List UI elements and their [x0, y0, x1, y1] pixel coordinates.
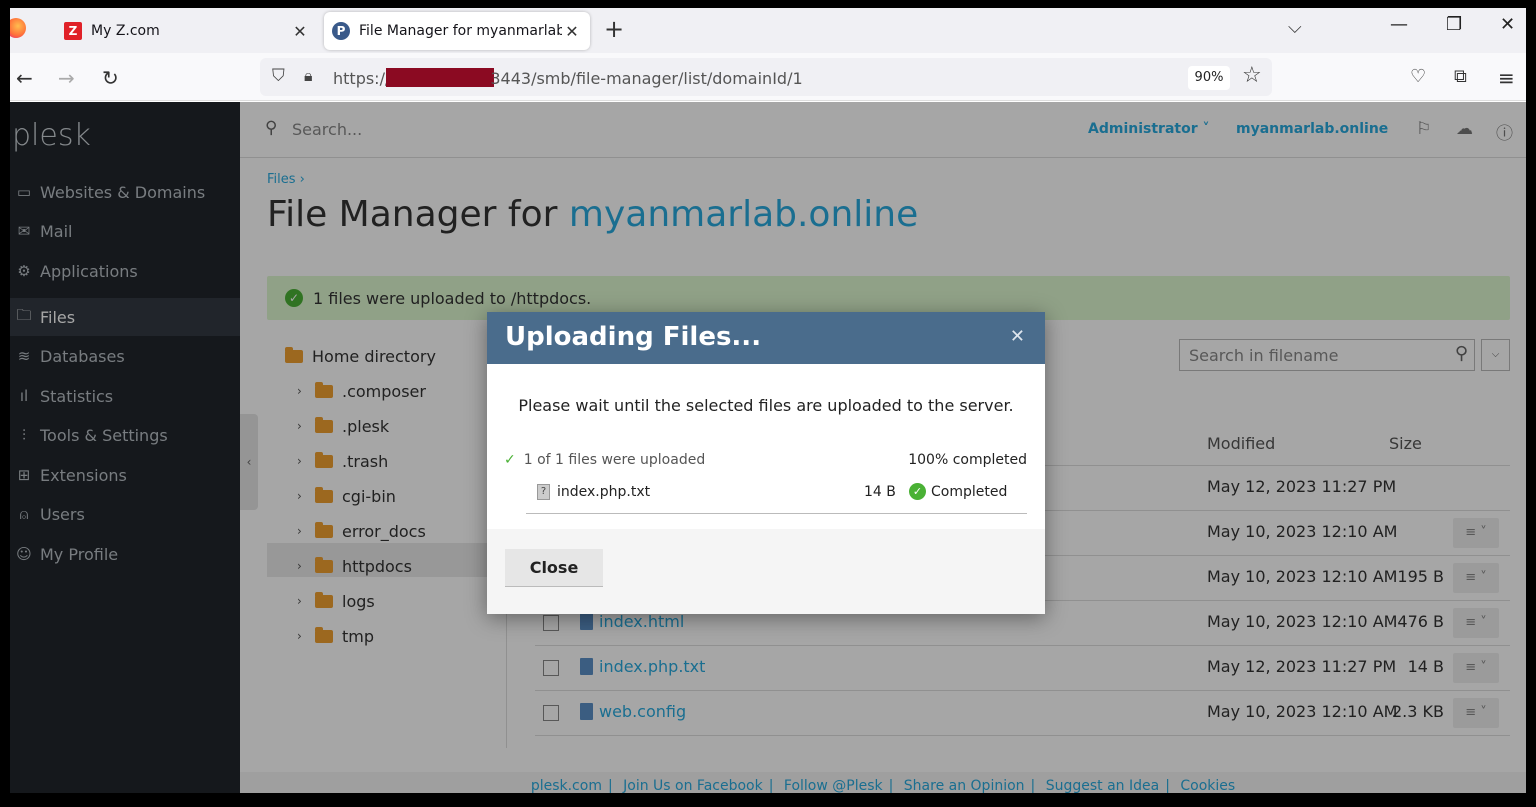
- pocket-icon[interactable]: ♡: [1410, 66, 1426, 87]
- close-tab-icon[interactable]: ✕: [562, 22, 582, 41]
- url-bar[interactable]: ⛉ 🔒︎ https://3443/smb/file-manager/list/…: [260, 58, 1272, 96]
- close-tab-icon[interactable]: ✕: [290, 22, 310, 41]
- menu-icon[interactable]: ≡: [1498, 66, 1515, 90]
- unknown-file-icon: ?: [537, 484, 550, 500]
- dialog-title: Uploading Files...: [505, 322, 762, 352]
- forward-icon[interactable]: →: [58, 66, 75, 90]
- browser-window: Z My Z.com ✕ P File Manager for myanmarl…: [10, 8, 1526, 793]
- dialog-footer: Close: [487, 529, 1045, 614]
- plesk-app: plesk ▭ Websites & Domains ✉ Mail ⚙ Applica…: [10, 102, 1526, 793]
- new-tab-icon[interactable]: +: [604, 15, 624, 43]
- close-button[interactable]: Close: [505, 549, 603, 587]
- z-favicon-icon: Z: [64, 22, 82, 40]
- checkmark-icon: ✓: [504, 452, 516, 468]
- progress-percent: 100% completed: [908, 452, 1027, 468]
- zoom-badge[interactable]: 90%: [1188, 66, 1230, 90]
- firefox-icon[interactable]: [10, 18, 26, 38]
- list-tabs-icon[interactable]: ⌵: [1288, 17, 1302, 38]
- nav-bar: ← → ↻ ⛉ 🔒︎ https://3443/smb/file-manager…: [10, 53, 1526, 101]
- plesk-favicon-icon: P: [332, 22, 350, 40]
- dialog-header: Uploading Files... ✕: [487, 312, 1045, 364]
- close-window-icon[interactable]: ✕: [1500, 14, 1515, 35]
- upload-progress: ✓ 1 of 1 files were uploaded 100% complet…: [504, 452, 1027, 468]
- reload-icon[interactable]: ↻: [102, 66, 119, 90]
- bookmark-star-icon[interactable]: ☆: [1242, 63, 1262, 88]
- dialog-description: Please wait until the selected files are…: [518, 396, 1014, 415]
- back-icon[interactable]: ←: [16, 66, 33, 90]
- url-text[interactable]: https://3443/smb/file-manager/list/domai…: [333, 68, 803, 88]
- redacted-block: [386, 68, 495, 87]
- shield-icon[interactable]: ⛉: [272, 66, 285, 86]
- tab-bar: Z My Z.com ✕ P File Manager for myanmarl…: [10, 8, 1526, 53]
- upload-status: Completed: [931, 484, 1008, 500]
- check-circle-icon: ✓: [909, 483, 926, 500]
- lock-icon[interactable]: 🔒︎: [304, 66, 313, 86]
- tab-myz[interactable]: Z My Z.com ✕: [56, 12, 318, 50]
- restore-icon[interactable]: ❐: [1446, 14, 1462, 35]
- uploaded-file-size: 14 B: [864, 484, 896, 500]
- minimize-icon[interactable]: —: [1390, 14, 1408, 35]
- close-icon[interactable]: ✕: [1010, 326, 1025, 347]
- uploaded-file-name: index.php.txt: [557, 484, 651, 500]
- upload-dialog: Uploading Files... ✕ Please wait until t…: [487, 312, 1045, 614]
- tab-title: My Z.com: [91, 23, 160, 39]
- extensions-icon[interactable]: ⧉: [1454, 66, 1467, 87]
- uploaded-file-row: ? index.php.txt 14 B ✓ Completed: [526, 478, 1027, 514]
- tab-title: File Manager for myanmarlab.o: [359, 23, 562, 39]
- tab-file-manager[interactable]: P File Manager for myanmarlab.o ✕: [324, 12, 590, 50]
